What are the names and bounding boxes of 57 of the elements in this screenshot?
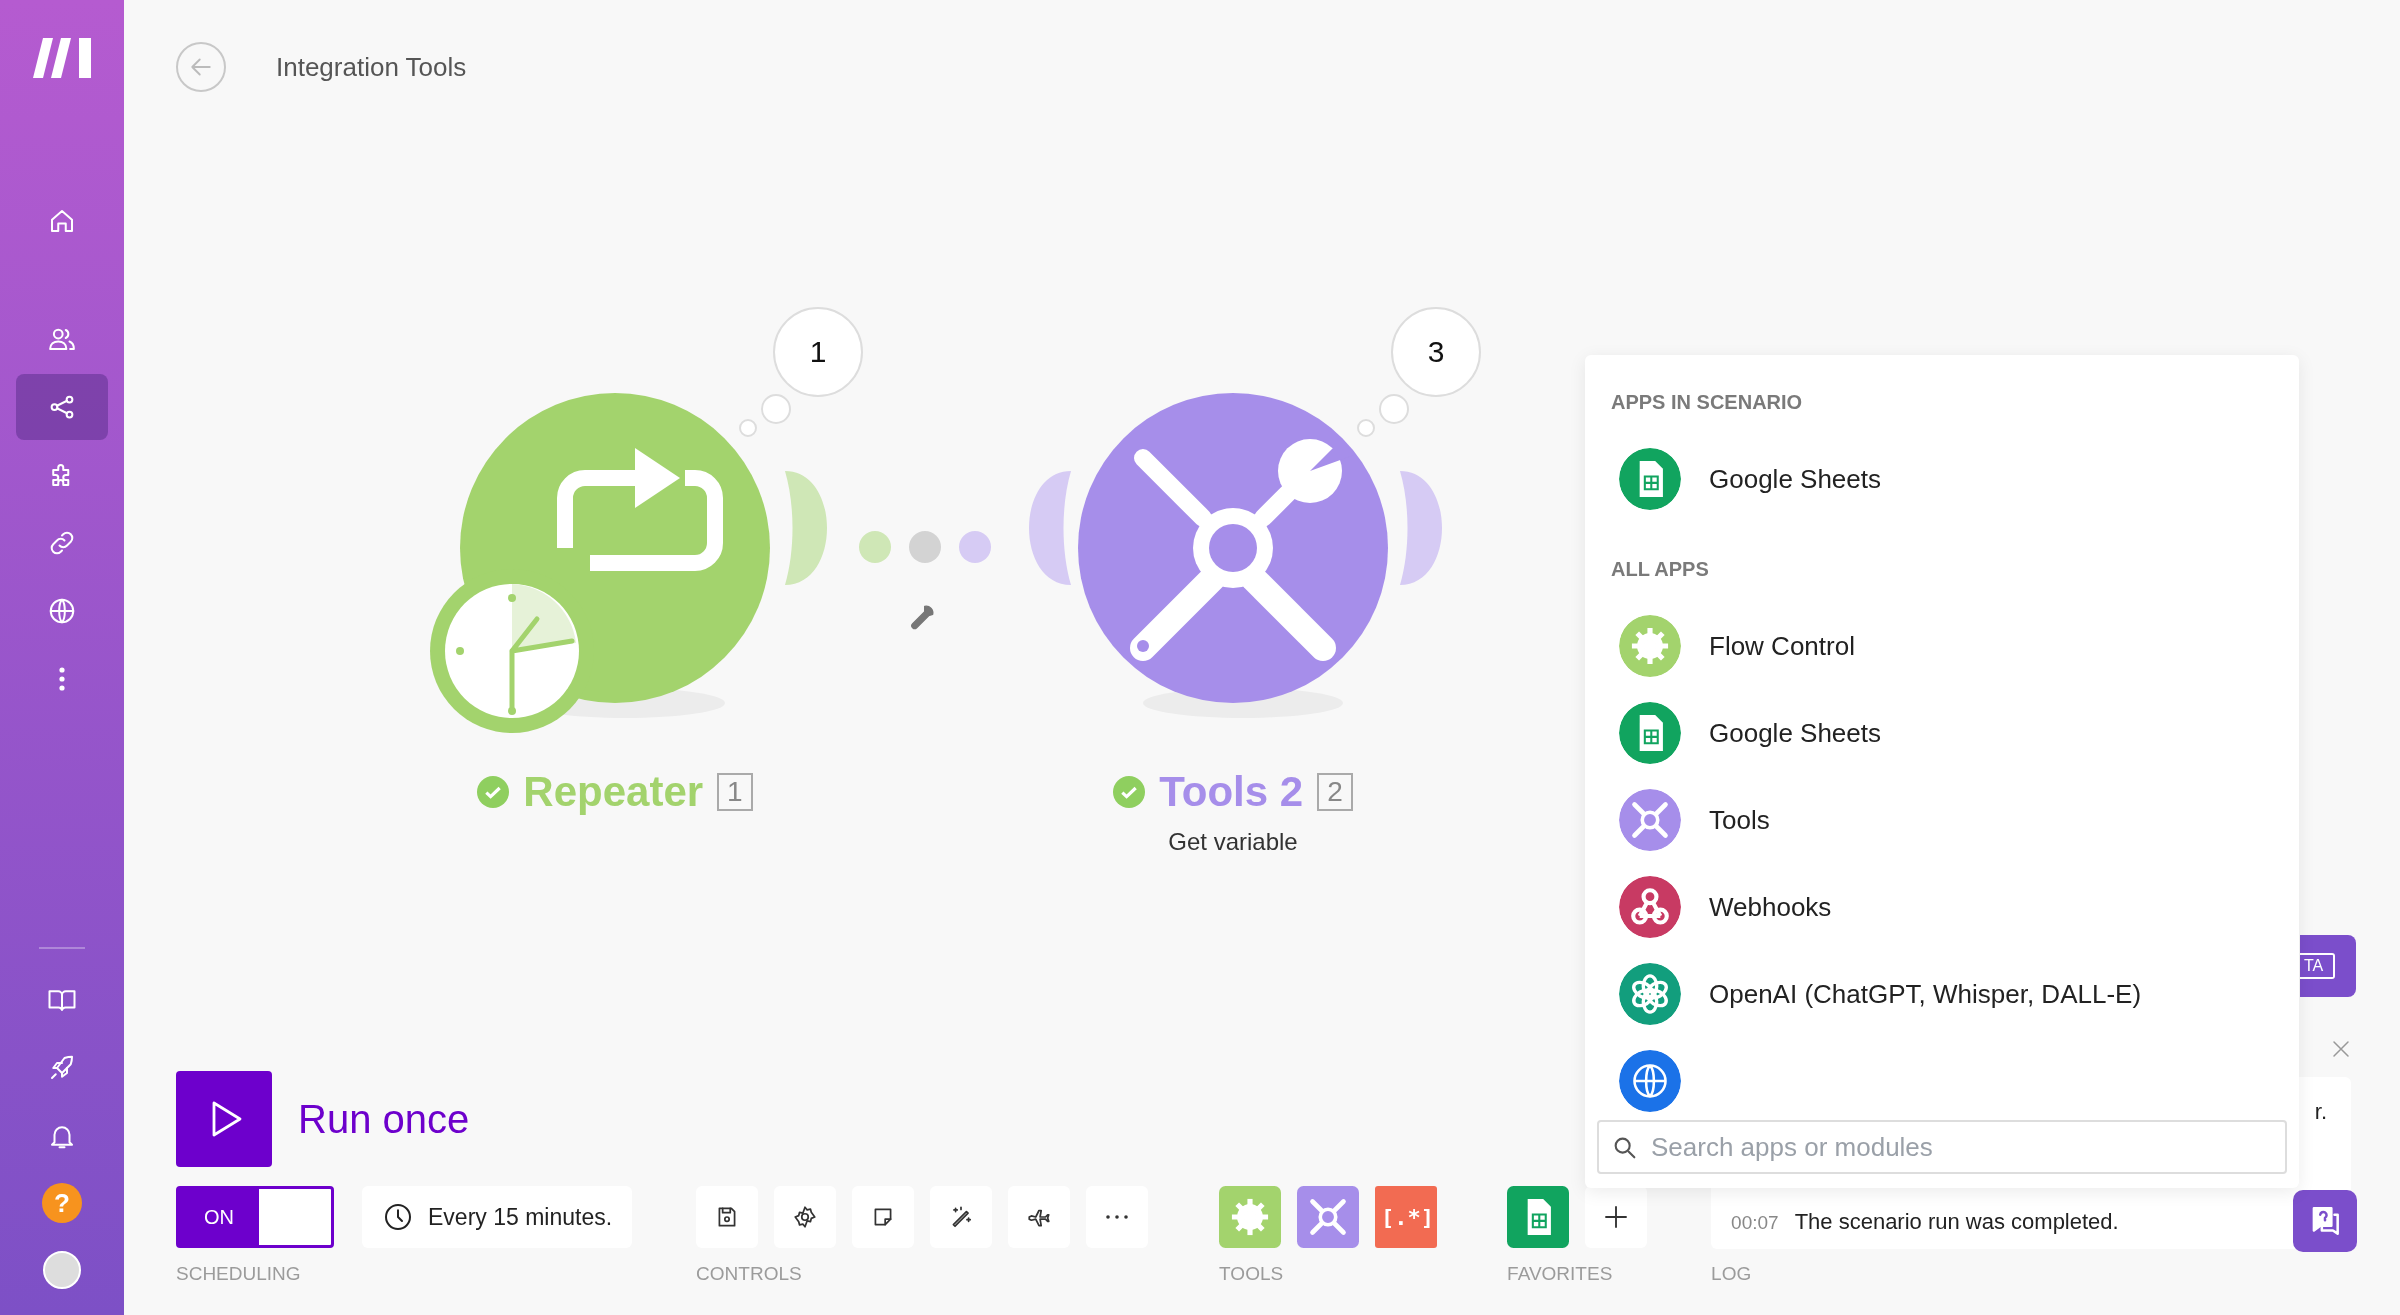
check-icon bbox=[1113, 776, 1146, 808]
section-caption: TOOLS bbox=[1219, 1263, 1285, 1286]
nav-item[interactable] bbox=[16, 374, 108, 440]
more-icon bbox=[1106, 1215, 1129, 1219]
more-icon bbox=[59, 667, 65, 691]
log-time: 00:07 bbox=[1731, 1212, 1779, 1234]
app-item[interactable]: Google Sheets bbox=[1611, 702, 2273, 764]
logo-icon[interactable] bbox=[33, 38, 91, 78]
save-button[interactable] bbox=[696, 1186, 759, 1248]
section-caption: LOG bbox=[1711, 1263, 1753, 1286]
app-item[interactable]: Flow Control bbox=[1611, 615, 2273, 677]
section-caption: FAVORITES bbox=[1507, 1263, 1614, 1286]
section-heading: ALL APPS bbox=[1611, 558, 1710, 581]
settings-button[interactable] bbox=[774, 1186, 837, 1248]
add-button[interactable] bbox=[1585, 1186, 1648, 1248]
bubble-puff bbox=[1357, 419, 1375, 437]
run-label: Run once bbox=[298, 1096, 470, 1142]
module-name: Tools 2 bbox=[1159, 768, 1304, 816]
chat-button[interactable] bbox=[2293, 1190, 2357, 1252]
tools-icon bbox=[1297, 1186, 1360, 1248]
module-action: Get variable bbox=[1168, 828, 1298, 856]
app-item[interactable]: Tools bbox=[1611, 789, 2273, 851]
check-icon bbox=[477, 776, 510, 808]
plane-button[interactable] bbox=[1008, 1186, 1071, 1248]
avatar[interactable] bbox=[43, 1251, 81, 1289]
log-message: r. bbox=[2314, 1099, 2328, 1125]
operations-bubble: 1 bbox=[773, 307, 863, 397]
connector-dot bbox=[909, 531, 941, 563]
connector-dot bbox=[959, 531, 991, 563]
tool-button[interactable] bbox=[1297, 1186, 1360, 1248]
favorite-button[interactable] bbox=[1507, 1186, 1570, 1248]
section-heading: APPS IN SCENARIO bbox=[1611, 391, 1804, 414]
operations-bubble: 3 bbox=[1391, 307, 1481, 397]
search-field[interactable]: Search apps or modules bbox=[1597, 1120, 2287, 1174]
bubble-puff bbox=[739, 419, 757, 437]
clock-icon bbox=[382, 1201, 414, 1233]
sheets-icon bbox=[1507, 1186, 1570, 1248]
log-message: The scenario run was completed. bbox=[1794, 1209, 2119, 1235]
note-button[interactable] bbox=[852, 1186, 915, 1248]
connector-dot bbox=[859, 531, 891, 563]
app-item[interactable]: Google Sheets bbox=[1611, 448, 2273, 510]
module-name: Repeater bbox=[523, 768, 704, 816]
app-item[interactable]: OpenAI (ChatGPT, Whisper, DALL-E) bbox=[1611, 963, 2273, 1025]
data-button[interactable]: TA bbox=[2300, 935, 2356, 997]
globe-icon bbox=[47, 596, 77, 626]
bubble-puff bbox=[1379, 394, 1409, 424]
module-number: 1 bbox=[717, 773, 753, 811]
module-number: 2 bbox=[1317, 773, 1353, 811]
bubble-puff bbox=[761, 394, 791, 424]
section-caption: SCHEDULING bbox=[176, 1263, 302, 1286]
run-button[interactable] bbox=[176, 1071, 272, 1167]
schedule-button[interactable]: Every 15 minutes. bbox=[362, 1186, 633, 1248]
scenario-title: Integration Tools bbox=[276, 51, 467, 83]
scheduling-toggle[interactable]: ON bbox=[176, 1186, 334, 1248]
section-caption: CONTROLS bbox=[696, 1263, 803, 1286]
magic-button[interactable] bbox=[930, 1186, 993, 1248]
app-item[interactable]: Webhooks bbox=[1611, 876, 2273, 938]
